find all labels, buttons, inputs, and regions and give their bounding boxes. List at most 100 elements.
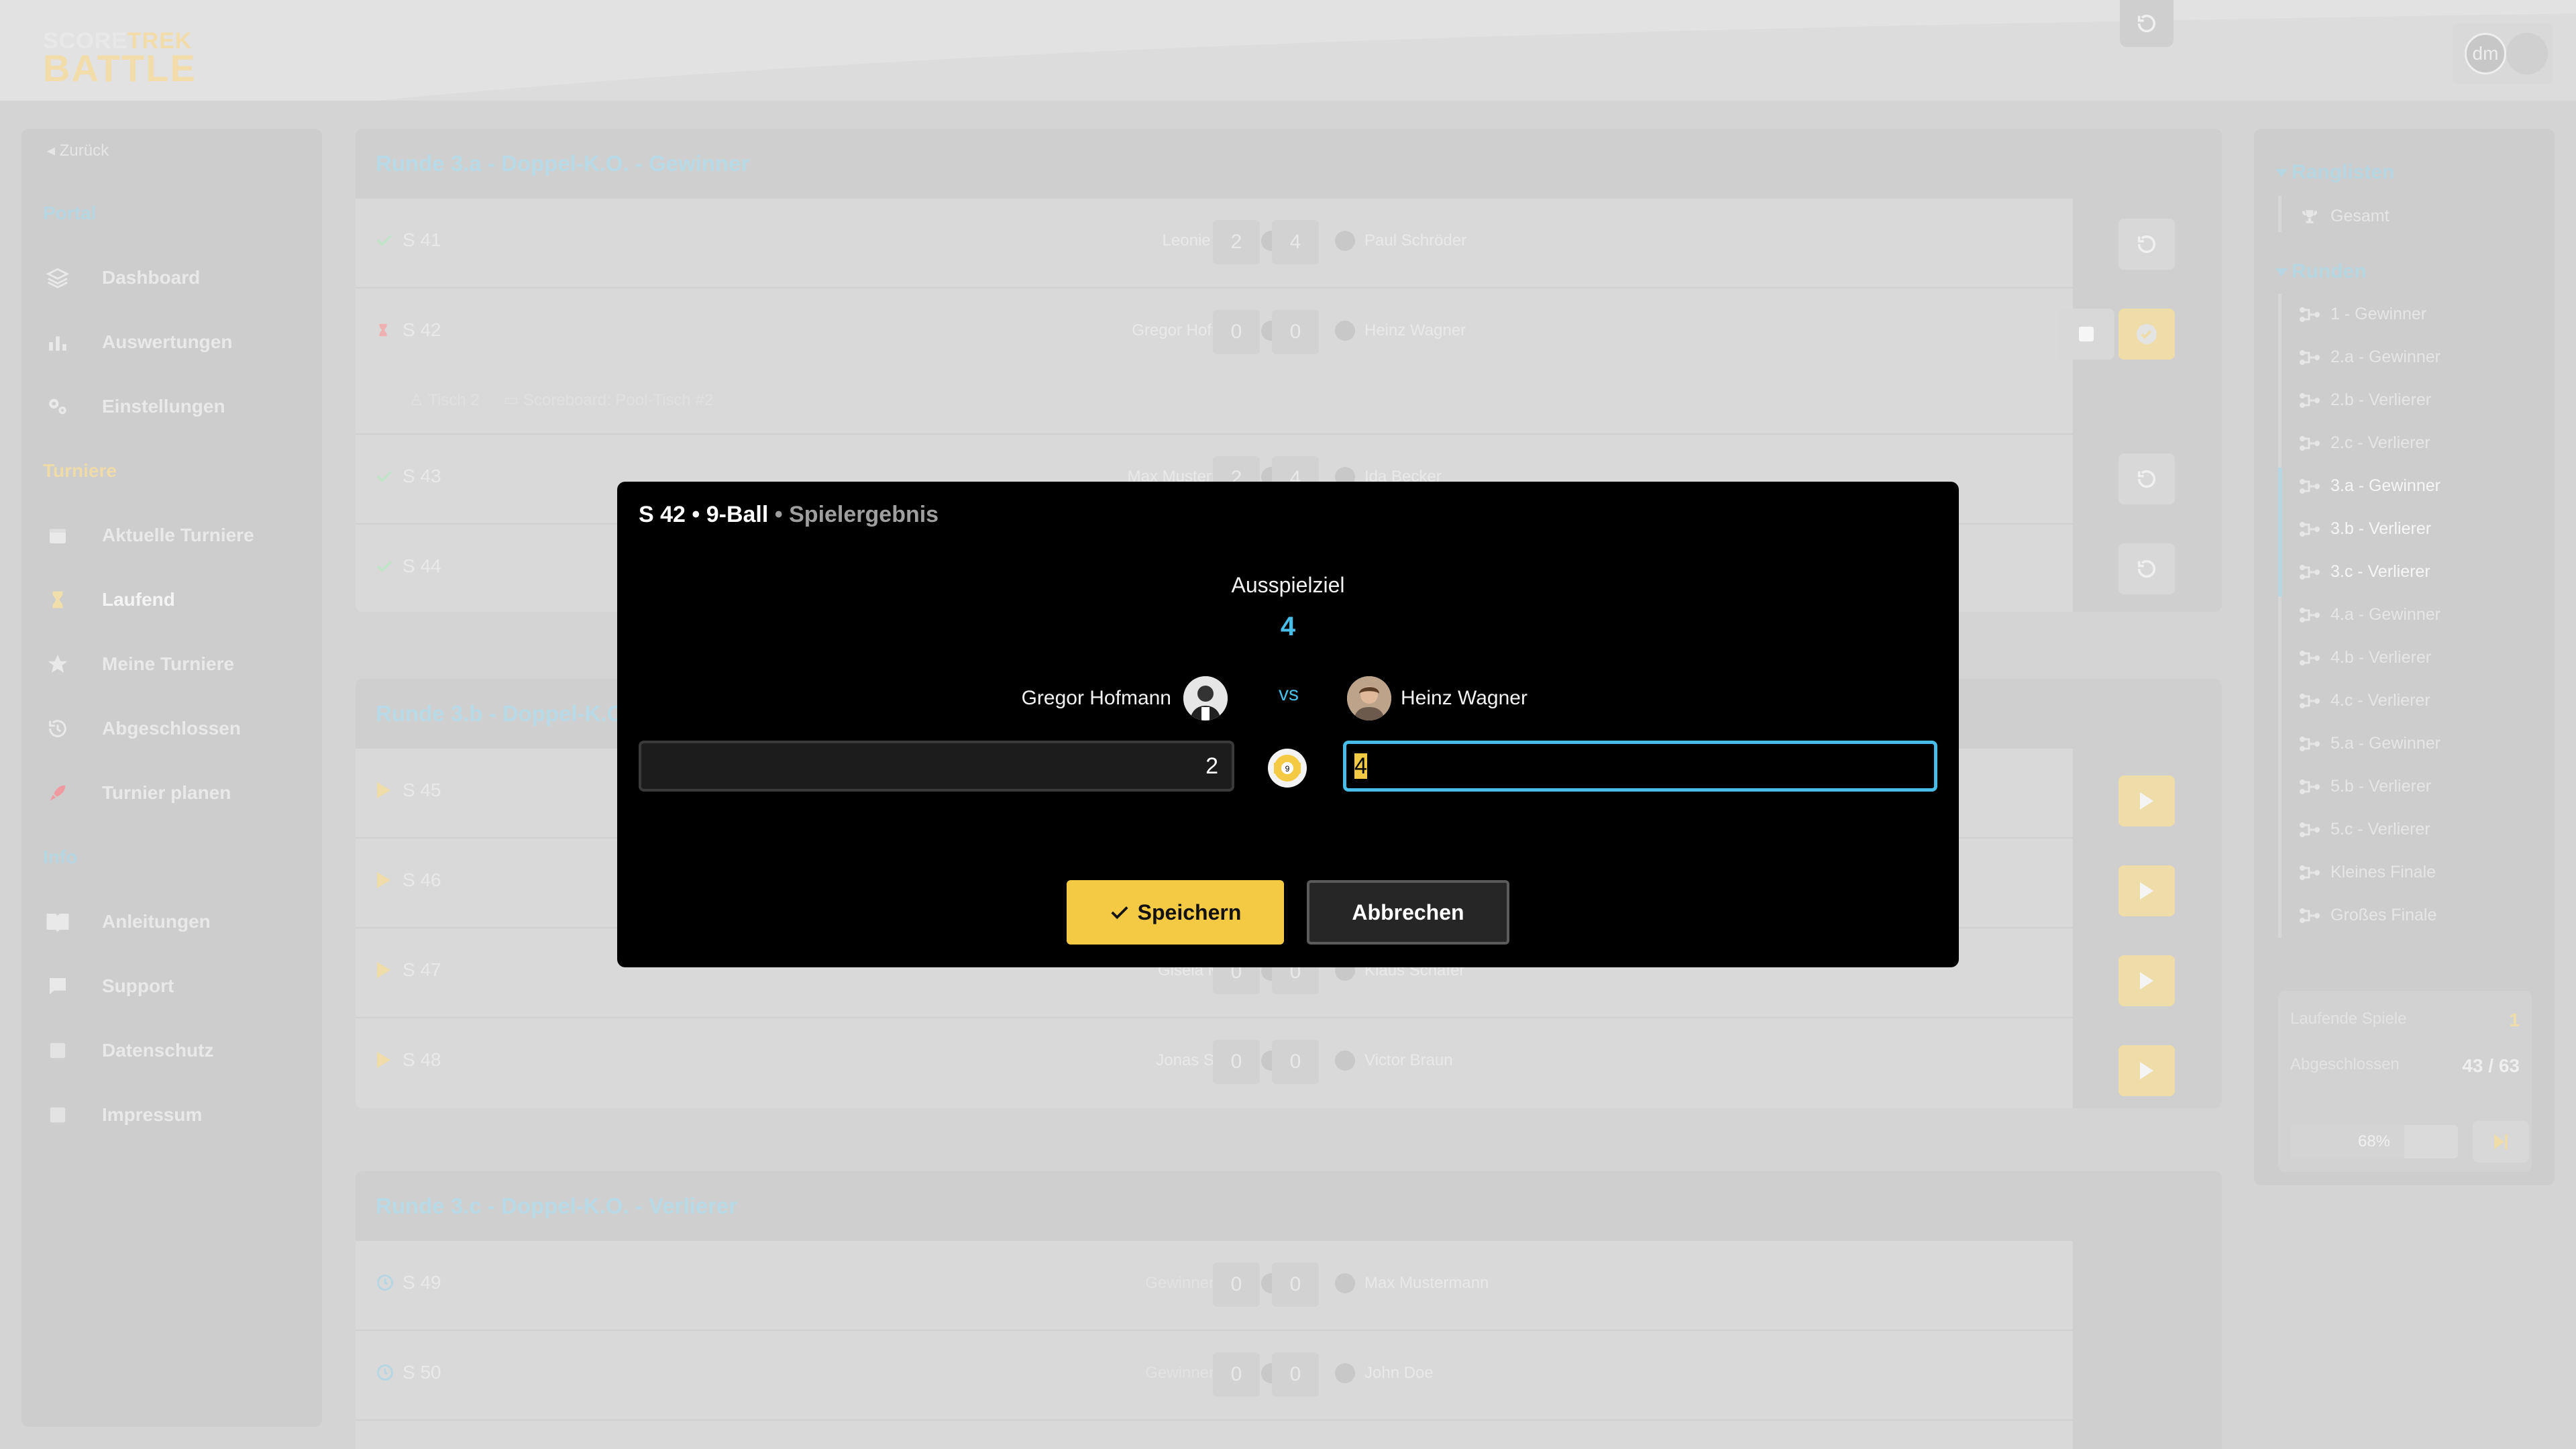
- sidebar-item-dashboard[interactable]: Dashboard: [43, 258, 311, 298]
- score-left: 0: [1213, 1352, 1260, 1397]
- match-row[interactable]: S 50 Gewinner S 46 0 0 John Doe: [356, 1331, 2073, 1421]
- player-right: Paul Schröder: [1364, 231, 1467, 250]
- target-label: Ausspielziel: [1231, 573, 1345, 597]
- round-item[interactable]: 3.c - Verlierer: [2298, 562, 2430, 582]
- bracket-icon: [2300, 478, 2320, 494]
- match-id: S 42: [402, 319, 441, 340]
- stop-match-button[interactable]: [2058, 309, 2114, 360]
- start-match-button[interactable]: [2118, 1045, 2175, 1096]
- logo[interactable]: SCORETREK BATTLE: [43, 30, 197, 87]
- sidebar-item-anleitungen[interactable]: Anleitungen: [43, 902, 311, 942]
- avatar: [2506, 33, 2548, 74]
- play-icon: [2140, 882, 2153, 900]
- start-match-button[interactable]: [2118, 865, 2175, 916]
- round-item[interactable]: 4.b - Verlierer: [2298, 648, 2431, 667]
- section-portal: Portal: [43, 203, 97, 223]
- reset-match-button[interactable]: [2118, 543, 2175, 594]
- round-item-label: 4.a - Gewinner: [2330, 605, 2440, 624]
- round-item[interactable]: 4.c - Verlierer: [2298, 691, 2430, 710]
- caret-down-icon[interactable]: [2275, 169, 2288, 177]
- check-circle-icon: [2137, 324, 2157, 344]
- reset-match-button[interactable]: [2118, 453, 2175, 504]
- sidebar-item-aktuelle-turniere[interactable]: Aktuelle Turniere: [43, 515, 311, 555]
- scoreboard-link[interactable]: Scoreboard: Pool-Tisch #2: [523, 391, 713, 410]
- ranking-item-gesamt[interactable]: Gesamt: [2298, 207, 2390, 226]
- actions-column: [2073, 749, 2222, 1108]
- score-right: 0: [1272, 1263, 1319, 1307]
- round-item-label: 4.b - Verlierer: [2330, 648, 2432, 667]
- section-info: Info: [43, 847, 78, 867]
- sidebar-item-laufend[interactable]: Laufend: [43, 580, 311, 620]
- round-item[interactable]: 2.c - Verlierer: [2298, 433, 2430, 453]
- clock-icon: [376, 1273, 396, 1292]
- match-row[interactable]: S 49 Gewinner S 45 0 0 Max Mustermann: [356, 1241, 2073, 1331]
- round-item[interactable]: 3.a - Gewinner: [2298, 476, 2440, 496]
- user-menu[interactable]: dm: [2453, 23, 2553, 85]
- shield-icon: [43, 1036, 72, 1065]
- header-wave-decoration: [0, 0, 2576, 101]
- round-item[interactable]: Großes Finale: [2298, 906, 2436, 925]
- sidebar-item-abgeschlossen[interactable]: Abgeschlossen: [43, 708, 311, 749]
- match-row-active[interactable]: S 42 Gregor Hofmann 0 0 Heinz Wagner ♙ T…: [356, 288, 2073, 435]
- match-row[interactable]: S 48 Jonas Schulz 0 0 Victor Braun: [356, 1018, 2073, 1107]
- round-item[interactable]: 2.a - Gewinner: [2298, 347, 2440, 367]
- round-item[interactable]: 1 - Gewinner: [2298, 305, 2426, 324]
- sidebar-item-support[interactable]: Support: [43, 966, 311, 1006]
- score-right: 0: [1272, 310, 1319, 354]
- sidebar-item-turnier-planen[interactable]: Turnier planen: [43, 773, 311, 813]
- match-row[interactable]: S 41 Leonie Koch 2 4 Paul Schröder: [356, 199, 2073, 288]
- skip-button[interactable]: [2473, 1121, 2529, 1163]
- player-right: John Doe: [1364, 1364, 1434, 1382]
- score-input-player1[interactable]: 2: [639, 741, 1234, 792]
- check-icon: [376, 557, 396, 575]
- bracket-icon: [2300, 822, 2320, 837]
- start-match-button[interactable]: [2118, 955, 2175, 1006]
- score-input-player2[interactable]: 4: [1343, 741, 1937, 792]
- rocket-icon: [43, 778, 72, 808]
- sidebar-item-einstellungen[interactable]: Einstellungen: [43, 386, 311, 427]
- bracket-icon: [2300, 607, 2320, 623]
- bracket-icon: [2300, 693, 2320, 708]
- sidebar-item-datenschutz[interactable]: Datenschutz: [43, 1030, 311, 1071]
- round-item-label: 5.a - Gewinner: [2330, 734, 2440, 753]
- round-item-label: 3.c - Verlierer: [2330, 562, 2430, 581]
- sidebar-item-meine-turniere[interactable]: Meine Turniere: [43, 644, 311, 684]
- ranglisten-heading[interactable]: Ranglisten: [2292, 161, 2394, 184]
- round-item[interactable]: 5.b - Verlierer: [2298, 777, 2431, 796]
- player-right: Victor Braun: [1364, 1051, 1453, 1069]
- round-item[interactable]: 5.a - Gewinner: [2298, 734, 2440, 753]
- hourglass-icon: [43, 585, 72, 614]
- score-right: 0: [1272, 1040, 1319, 1084]
- score-left: 0: [1213, 1263, 1260, 1307]
- sidebar: ◂ Zurück Portal Dashboard Auswertungen E…: [21, 129, 322, 1427]
- round-item[interactable]: 5.c - Verlierer: [2298, 820, 2430, 839]
- match-id: S 44: [402, 555, 441, 576]
- cancel-button[interactable]: Abbrechen: [1307, 880, 1509, 945]
- caret-down-icon[interactable]: [2275, 268, 2288, 276]
- enter-result-button[interactable]: [2118, 309, 2175, 360]
- round-item[interactable]: 2.b - Verlierer: [2298, 390, 2431, 410]
- round-item-label: Großes Finale: [2330, 906, 2437, 924]
- reset-button[interactable]: [2120, 0, 2174, 47]
- runden-heading[interactable]: Runden: [2292, 260, 2367, 283]
- round-item[interactable]: Kleines Finale: [2298, 863, 2436, 882]
- round-title: Runde 3.c - Doppel-K.O. - Verlierer: [356, 1171, 2222, 1241]
- start-match-button[interactable]: [2118, 775, 2175, 826]
- sidebar-item-impressum[interactable]: Impressum: [43, 1095, 311, 1135]
- player-avatar: [1335, 1051, 1355, 1071]
- save-button[interactable]: Speichern: [1067, 880, 1284, 945]
- round-item-label: 5.b - Verlierer: [2330, 777, 2432, 796]
- round-item[interactable]: 3.b - Verlierer: [2298, 519, 2431, 539]
- section-turniere: Turniere: [43, 460, 117, 481]
- round-item-label: 1 - Gewinner: [2330, 305, 2427, 323]
- match-id: S 45: [402, 780, 441, 800]
- reset-match-button[interactable]: [2118, 219, 2175, 270]
- undo-icon: [2137, 14, 2156, 33]
- back-link[interactable]: ◂ Zurück: [47, 141, 109, 160]
- round-item[interactable]: 4.a - Gewinner: [2298, 605, 2440, 625]
- sidebar-item-auswertungen[interactable]: Auswertungen: [43, 322, 311, 362]
- match-id: S 50: [402, 1362, 441, 1383]
- bracket-icon: [2300, 564, 2320, 580]
- player-avatar: [1335, 1363, 1355, 1383]
- book-icon: [43, 907, 72, 936]
